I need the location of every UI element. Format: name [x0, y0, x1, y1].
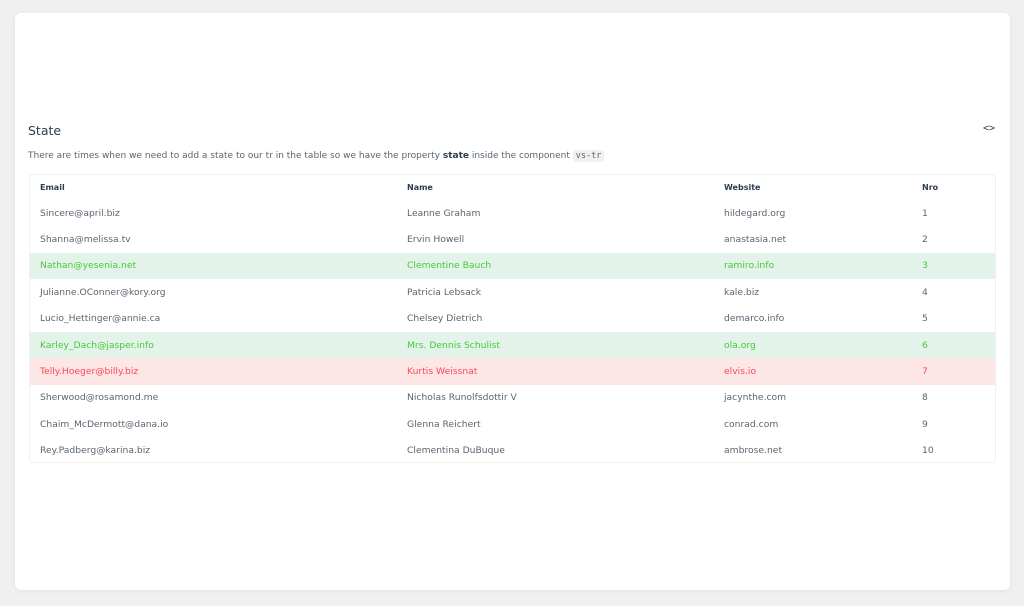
- cell-email: Julianne.OConner@kory.org: [40, 286, 166, 298]
- cell-name: Glenna Reichert: [407, 418, 481, 430]
- cell-email: Telly.Hoeger@billy.biz: [30, 358, 397, 385]
- section-title: State: [28, 123, 62, 138]
- cell-email: Nathan@yesenia.net: [30, 252, 397, 280]
- cell-website: ola.org: [714, 331, 912, 359]
- cell-email: Sincere@april.biz: [40, 207, 120, 219]
- cell-name: Clementina DuBuque: [407, 445, 505, 457]
- cell-email: Sherwood@rosamond.me: [40, 392, 159, 404]
- description-text: There are times when we need to add a st…: [28, 151, 443, 161]
- cell-email: Lucio_Hettinger@annie.ca: [40, 313, 161, 325]
- table-row[interactable]: Sherwood@rosamond.me Nicholas Runolfsdott…: [30, 385, 995, 411]
- demo-card: State <> There are times when we need to…: [15, 13, 1010, 590]
- description-property: state: [442, 151, 469, 161]
- cell-website: ramiro.info: [714, 252, 912, 280]
- cell-name: Leanne Graham: [407, 207, 481, 219]
- cell-nro: 9: [922, 418, 928, 430]
- table-row[interactable]: Shanna@melissa.tv Ervin Howell anastasia.n…: [30, 226, 995, 252]
- code-icon[interactable]: <>: [982, 123, 996, 135]
- cell-website: hildegard.org: [724, 207, 786, 219]
- table-row[interactable]: Karley_Dach@jasper.info Mrs. Dennis Schul…: [30, 331, 995, 359]
- cell-email: Shanna@melissa.tv: [40, 234, 131, 246]
- cell-website: jacynthe.com: [724, 392, 787, 404]
- header-name[interactable]: Name: [397, 175, 714, 200]
- cell-nro: 7: [912, 358, 995, 385]
- cell-website: conrad.com: [724, 418, 779, 430]
- description-text-middle: inside the component: [468, 151, 573, 161]
- cell-name: Kurtis Weissnat: [397, 358, 714, 385]
- cell-name: Ervin Howell: [407, 234, 465, 246]
- cell-name: Clementine Bauch: [397, 252, 714, 280]
- table-row[interactable]: Telly.Hoeger@billy.biz Kurtis Weissnat elv…: [30, 358, 995, 385]
- cell-nro: 8: [922, 392, 928, 404]
- cell-nro: 4: [922, 286, 928, 298]
- cell-website: ambrose.net: [724, 445, 783, 457]
- header-email[interactable]: Email: [30, 175, 397, 200]
- cell-website: kale.biz: [724, 286, 760, 298]
- data-table: Email Name Website Nro Sincere@april.biz…: [29, 174, 996, 463]
- cell-nro: 1: [922, 207, 928, 219]
- description-component: vs-tr: [572, 150, 605, 162]
- cell-email: Karley_Dach@jasper.info: [30, 331, 397, 359]
- cell-nro: 5: [922, 313, 928, 325]
- section-description: There are times when we need to add a st…: [28, 150, 605, 162]
- cell-name: Patricia Lebsack: [407, 286, 482, 298]
- cell-email: Rey.Padberg@karina.biz: [40, 445, 151, 457]
- cell-nro: 2: [922, 234, 928, 246]
- cell-nro: 10: [922, 445, 934, 457]
- cell-nro: 3: [912, 252, 995, 280]
- cell-website: demarco.info: [724, 313, 785, 325]
- cell-name: Chelsey Dietrich: [407, 313, 483, 325]
- table-row[interactable]: Rey.Padberg@karina.biz Clementina DuBuque…: [30, 438, 995, 462]
- header-website[interactable]: Website: [714, 175, 912, 200]
- header-nro[interactable]: Nro: [912, 175, 995, 200]
- cell-name: Mrs. Dennis Schulist: [397, 331, 714, 359]
- table-row[interactable]: Julianne.OConner@kory.org Patricia Lebsac…: [30, 279, 995, 305]
- cell-website: anastasia.net: [724, 234, 787, 246]
- table-header-row: Email Name Website Nro: [30, 175, 995, 200]
- table-body: Sincere@april.biz Leanne Graham hildegard.…: [30, 200, 995, 462]
- cell-website: elvis.io: [714, 358, 912, 385]
- cell-email: Chaim_McDermott@dana.io: [40, 418, 169, 430]
- cell-nro: 6: [912, 331, 995, 359]
- table-row[interactable]: Chaim_McDermott@dana.io Glenna Reichert co…: [30, 411, 995, 437]
- cell-name: Nicholas Runolfsdottir V: [407, 392, 517, 404]
- table-row[interactable]: Sincere@april.biz Leanne Graham hildegard.…: [30, 200, 995, 226]
- table-row[interactable]: Nathan@yesenia.net Clementine Bauch ramiro…: [30, 252, 995, 280]
- table-row[interactable]: Lucio_Hettinger@annie.ca Chelsey Dietrich…: [30, 306, 995, 332]
